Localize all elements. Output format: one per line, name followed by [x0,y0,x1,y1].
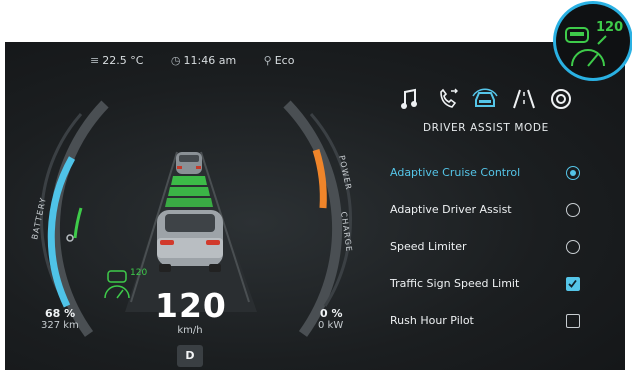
adaptive-driver-assist-radio[interactable] [566,203,580,217]
battery-label: BATTERY [30,196,48,240]
battery-regen-marker [73,207,83,239]
cluster-screen: ≡ 22.5 °C ◷ 11:46 am ⚲ Eco BATTERY POWER CH… [5,42,625,370]
checkmark-icon [568,279,577,288]
music-icon[interactable] [400,88,418,110]
option-traffic-sign-speed-limit[interactable]: Traffic Sign Speed Limit [390,277,519,290]
location-pin-icon [66,234,74,242]
option-adaptive-driver-assist[interactable]: Adaptive Driver Assist [390,203,512,216]
battery-percent: 68 % [45,307,76,320]
mode-icon-bar [400,88,572,112]
gear-indicator: D [177,345,203,367]
ego-vehicle-icon [157,210,223,272]
following-distance-bars [165,176,213,207]
speed-readout: 120 [155,286,227,325]
power-percent: 0 % [320,307,343,320]
speed-assist-badge: 120 [556,4,630,78]
phone-icon[interactable] [438,88,460,110]
traffic-sign-speed-limit-checkbox[interactable] [566,277,580,291]
driver-assist-car-icon[interactable] [472,88,498,110]
speed-unit: km/h [177,325,203,336]
badge-speed-value: 120 [596,20,624,35]
speed-assist-icon [104,270,130,299]
option-speed-limiter[interactable]: Speed Limiter [390,240,467,253]
option-rush-hour-pilot[interactable]: Rush Hour Pilot [390,314,474,327]
power-kw: 0 kW [318,320,344,331]
driver-assist-title: DRIVER ASSIST MODE [423,122,549,134]
lead-vehicle-icon [176,152,202,174]
adaptive-cruise-control-radio[interactable] [566,166,580,180]
speed-limiter-radio[interactable] [566,240,580,254]
settings-dial-icon[interactable] [550,88,572,110]
power-label: POWER [337,155,353,192]
rush-hour-pilot-checkbox[interactable] [566,314,580,328]
battery-range: 327 km [41,320,79,331]
limit-sign-value: 120 [130,268,148,278]
option-adaptive-cruise-control[interactable]: Adaptive Cruise Control [390,166,520,179]
assist-badge-icon [565,27,607,67]
lane-icon[interactable] [512,88,536,110]
